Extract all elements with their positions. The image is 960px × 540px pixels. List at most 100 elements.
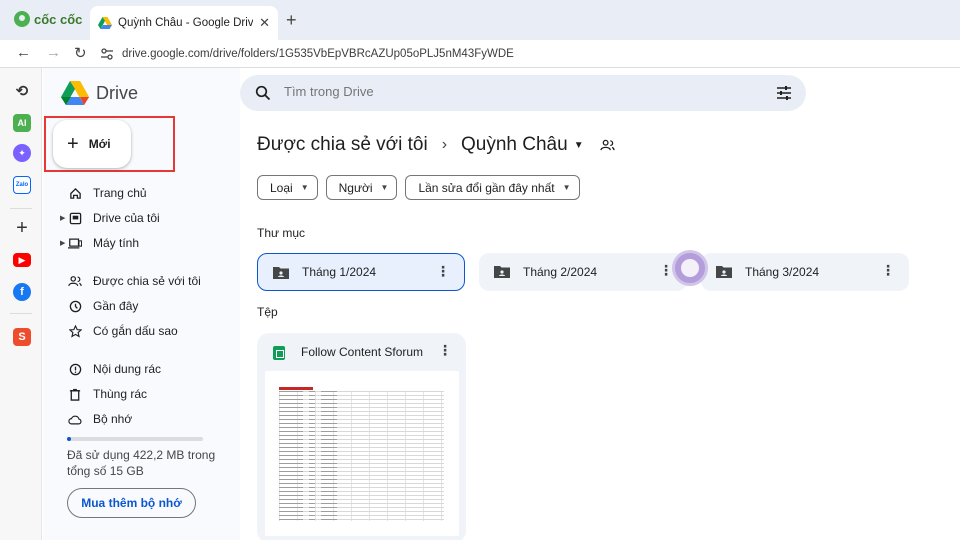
url-field[interactable]: drive.google.com/drive/folders/1G535VbEp… — [100, 43, 950, 65]
files-heading: Tệp — [257, 305, 278, 319]
spam-icon — [68, 362, 82, 376]
history-icon[interactable]: ⟲ — [13, 82, 31, 100]
storage-progress-fill — [67, 437, 72, 441]
site-info-icon[interactable] — [100, 47, 114, 61]
nav-item-starred[interactable]: Có gắn dấu sao — [43, 320, 233, 342]
nav-item-my-drive[interactable]: ▶ Drive của tôi — [43, 207, 233, 229]
folders-heading: Thư mục — [257, 226, 306, 240]
filter-modified-chip[interactable]: Lần sửa đổi gần đây nhất ▼ — [405, 175, 580, 200]
search-input[interactable] — [284, 84, 684, 99]
breadcrumb: Được chia sẻ với tôi › Quỳnh Châu ▼ — [257, 134, 615, 156]
more-options-icon[interactable]: ⋮ — [436, 264, 450, 278]
new-button-label: Mới — [88, 137, 111, 151]
shared-folder-icon — [716, 266, 732, 278]
my-drive-icon — [68, 211, 82, 225]
filter-chips: Loại ▼ Người ▼ Lần sửa đổi gần đây nhất … — [257, 175, 580, 200]
tab-close-icon[interactable]: ✕ — [259, 15, 270, 31]
messenger-icon[interactable]: ✦ — [13, 144, 31, 162]
nav-item-trash[interactable]: Thùng rác — [43, 383, 233, 405]
plus-icon: + — [67, 133, 79, 155]
new-tab-button[interactable]: + — [286, 10, 297, 31]
nav-label: Bộ nhớ — [93, 412, 133, 426]
nav-label: Gần đây — [93, 299, 139, 313]
nav-label: Được chia sẻ với tôi — [93, 274, 201, 288]
thumbnail-header — [279, 387, 313, 390]
nav-item-storage[interactable]: Bộ nhớ — [43, 408, 233, 430]
facebook-icon[interactable]: f — [13, 283, 31, 301]
file-card[interactable]: Follow Content Sforum ⋮ — [257, 333, 466, 540]
floating-extension-icon[interactable] — [672, 250, 708, 286]
shopee-icon[interactable]: S — [13, 328, 31, 346]
chip-label: Lần sửa đổi gần đây nhất — [418, 180, 555, 195]
zalo-icon[interactable]: Zalo — [13, 176, 31, 194]
dropdown-arrow-icon: ▼ — [300, 183, 309, 192]
zalo-icon-label: Zalo — [15, 182, 29, 188]
chip-label: Người — [338, 180, 373, 195]
nav-item-recent[interactable]: Gần đây — [43, 295, 233, 317]
shared-folder-icon — [494, 266, 510, 278]
youtube-icon[interactable]: ▶ — [13, 253, 31, 267]
more-options-icon[interactable]: ⋮ — [438, 343, 452, 357]
filter-type-chip[interactable]: Loại ▼ — [257, 175, 318, 200]
dropdown-arrow-icon[interactable]: ▼ — [574, 140, 584, 151]
drive-logo-icon[interactable] — [61, 80, 89, 106]
storage-usage-text: Đã sử dụng 422,2 MB trong tổng số 15 GB — [67, 448, 216, 478]
folder-name: Tháng 2/2024 — [523, 265, 598, 279]
breadcrumb-current[interactable]: Quỳnh Châu — [461, 134, 568, 156]
folder-item[interactable]: Tháng 3/2024 ⋮ — [701, 253, 909, 291]
forward-arrow-icon[interactable]: → — [46, 44, 61, 61]
folder-item[interactable]: Tháng 1/2024 ⋮ — [257, 253, 465, 291]
home-icon — [68, 186, 82, 200]
thumbnail-column — [279, 391, 303, 521]
more-options-icon[interactable]: ⋮ — [659, 263, 673, 277]
browser-sidebar: ⟲ AI ✦ Zalo + ▶ f S — [0, 68, 42, 540]
file-name: Follow Content Sforum — [301, 345, 424, 359]
browser-tab[interactable]: Quỳnh Châu - Google Drive ✕ — [90, 6, 278, 40]
folder-name: Tháng 3/2024 — [745, 265, 820, 279]
nav-label: Nội dung rác — [93, 362, 162, 376]
breadcrumb-root[interactable]: Được chia sẻ với tôi — [257, 134, 428, 156]
browser-brand[interactable]: cốc cốc — [14, 11, 82, 27]
chip-label: Loại — [270, 180, 293, 195]
back-arrow-icon[interactable]: ← — [16, 44, 31, 61]
coccoc-logo-icon — [14, 11, 30, 27]
expand-caret-icon[interactable]: ▶ — [60, 239, 65, 247]
cloud-icon — [68, 412, 82, 426]
filter-people-chip[interactable]: Người ▼ — [325, 175, 398, 200]
nav-label: Thùng rác — [93, 387, 148, 401]
reload-icon[interactable]: ↻ — [74, 44, 87, 62]
nav-item-computers[interactable]: ▶ Máy tính — [43, 232, 233, 254]
sidebar-divider — [10, 208, 32, 209]
star-icon — [68, 324, 82, 338]
url-text: drive.google.com/drive/folders/1G535VbEp… — [122, 48, 514, 60]
shared-folder-icon — [273, 267, 289, 279]
browser-brand-text: cốc cốc — [34, 11, 83, 27]
ai-icon-label: AI — [17, 118, 27, 128]
drive-navigation: Drive + Mới Trang chủ ▶ Drive của tôi ▶ … — [43, 68, 240, 540]
drive-favicon-icon — [98, 17, 112, 29]
thumbnail-grid — [279, 391, 444, 521]
drive-title[interactable]: Drive — [96, 83, 138, 104]
nav-label: Drive của tôi — [93, 211, 160, 225]
storage-progress-bar — [67, 437, 203, 441]
new-button[interactable]: + Mới — [53, 120, 131, 168]
nav-item-shared-with-me[interactable]: Được chia sẻ với tôi — [43, 270, 233, 292]
main-content: Được chia sẻ với tôi › Quỳnh Châu ▼ Loại… — [242, 118, 960, 540]
add-icon[interactable]: + — [13, 217, 31, 239]
folder-name: Tháng 1/2024 — [302, 265, 377, 279]
nav-item-spam[interactable]: Nội dung rác — [43, 358, 233, 380]
search-bar — [240, 75, 806, 111]
nav-item-home[interactable]: Trang chủ — [43, 182, 233, 204]
shared-icon — [68, 274, 82, 288]
more-options-icon[interactable]: ⋮ — [881, 263, 895, 277]
buy-storage-button[interactable]: Mua thêm bộ nhớ — [67, 488, 196, 518]
search-icon[interactable] — [255, 85, 271, 101]
sidebar-divider — [10, 313, 32, 314]
expand-caret-icon[interactable]: ▶ — [60, 214, 65, 222]
nav-label: Trang chủ — [93, 186, 147, 200]
ai-icon[interactable]: AI — [13, 114, 31, 132]
shared-folder-icon[interactable] — [599, 139, 615, 152]
search-options-icon[interactable] — [776, 85, 792, 101]
address-bar: ← → ↻ drive.google.com/drive/folders/1G5… — [0, 40, 960, 68]
folder-item[interactable]: Tháng 2/2024 ⋮ — [479, 253, 687, 291]
